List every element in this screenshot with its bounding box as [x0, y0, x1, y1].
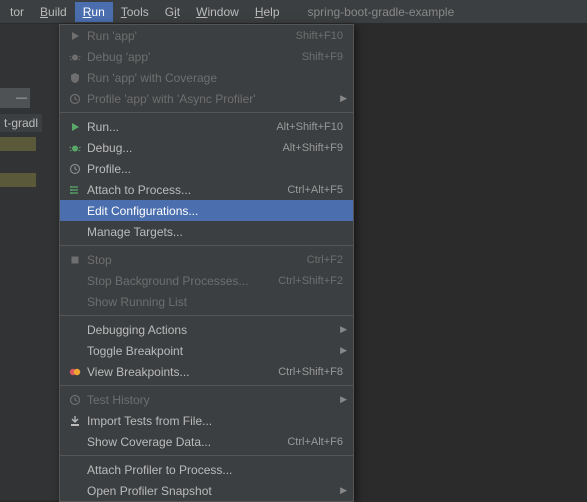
sidebar-file-fragment: t-gradl [0, 114, 42, 132]
menu-item-import-tests-from-file[interactable]: Import Tests from File... [60, 410, 353, 431]
chevron-right-icon: ▶ [340, 345, 347, 356]
clock-green-icon [66, 163, 84, 175]
menu-item-shortcut: Shift+F9 [302, 51, 343, 63]
menu-item-label: Import Tests from File... [84, 414, 343, 428]
menu-item-stop-background-processes: Stop Background Processes...Ctrl+Shift+F… [60, 270, 353, 291]
menu-item-profile[interactable]: Profile... [60, 158, 353, 179]
breakpoint-icon [66, 366, 84, 378]
menu-item-label: Stop Background Processes... [84, 274, 278, 288]
clock-icon [66, 93, 84, 105]
menu-item-manage-targets[interactable]: Manage Targets... [60, 221, 353, 242]
menu-item-label: Attach to Process... [84, 183, 287, 197]
menu-item-attach-to-process[interactable]: Attach to Process...Ctrl+Alt+F5 [60, 179, 353, 200]
menu-separator [60, 315, 353, 316]
sidebar-highlight [0, 173, 36, 187]
bug-green-icon [66, 142, 84, 154]
menu-item-label: Test History [84, 393, 343, 407]
menu-item-profile-app-with-async-profiler: Profile 'app' with 'Async Profiler'▶ [60, 88, 353, 109]
menu-item-label: Edit Configurations... [84, 204, 343, 218]
menu-item-shortcut: Ctrl+Shift+F8 [278, 366, 343, 378]
menu-item-open-profiler-snapshot[interactable]: Open Profiler Snapshot▶ [60, 480, 353, 501]
menu-item-run-app-with-coverage: Run 'app' with Coverage [60, 67, 353, 88]
menu-item-shortcut: Ctrl+Alt+F6 [287, 436, 343, 448]
menu-item-label: Debugging Actions [84, 323, 343, 337]
menu-window[interactable]: Window [188, 2, 247, 22]
menu-item-run[interactable]: Run...Alt+Shift+F10 [60, 116, 353, 137]
menu-item-toggle-breakpoint[interactable]: Toggle Breakpoint▶ [60, 340, 353, 361]
shield-icon [66, 72, 84, 84]
stop-icon [66, 254, 84, 266]
play-green-icon [66, 121, 84, 133]
menu-item-debug-app: Debug 'app'Shift+F9 [60, 46, 353, 67]
menu-item-show-running-list: Show Running List [60, 291, 353, 312]
menu-separator [60, 245, 353, 246]
menu-item-label: Debug... [84, 141, 282, 155]
menu-item-attach-profiler-to-process[interactable]: Attach Profiler to Process... [60, 459, 353, 480]
menu-git[interactable]: Git [157, 2, 188, 22]
menu-item-stop: StopCtrl+F2 [60, 249, 353, 270]
menu-item-shortcut: Shift+F10 [296, 30, 343, 42]
chevron-right-icon: ▶ [340, 93, 347, 104]
menu-build[interactable]: Build [32, 2, 75, 22]
chevron-right-icon: ▶ [340, 394, 347, 405]
sidebar: — t-gradl [0, 24, 59, 500]
menu-help[interactable]: Help [247, 2, 288, 22]
menu-item-edit-configurations[interactable]: Edit Configurations... [60, 200, 353, 221]
menu-item-label: Attach Profiler to Process... [84, 463, 343, 477]
sidebar-tab[interactable]: — [0, 88, 30, 108]
chevron-right-icon: ▶ [340, 485, 347, 496]
bug-icon [66, 51, 84, 63]
menu-run[interactable]: Run [75, 2, 113, 22]
menu-item-label: Stop [84, 253, 307, 267]
play-icon [66, 30, 84, 42]
menu-item-label: Run... [84, 120, 276, 134]
menu-item-label: Show Running List [84, 295, 343, 309]
menu-tor[interactable]: tor [2, 2, 32, 22]
import-icon [66, 415, 84, 427]
menu-item-show-coverage-data[interactable]: Show Coverage Data...Ctrl+Alt+F6 [60, 431, 353, 452]
menu-item-label: Toggle Breakpoint [84, 344, 343, 358]
menu-item-shortcut: Ctrl+Alt+F5 [287, 184, 343, 196]
project-name: spring-boot-gradle-example [288, 5, 455, 19]
chevron-right-icon: ▶ [340, 324, 347, 335]
menu-item-debugging-actions[interactable]: Debugging Actions▶ [60, 319, 353, 340]
menubar: torBuildRunToolsGitWindowHelpspring-boot… [0, 0, 587, 24]
menu-item-shortcut: Alt+Shift+F9 [282, 142, 343, 154]
menu-item-label: Manage Targets... [84, 225, 343, 239]
attach-icon [66, 184, 84, 196]
menu-item-label: Run 'app' [84, 29, 296, 43]
sidebar-highlight [0, 137, 36, 151]
menu-item-label: Profile... [84, 162, 343, 176]
menu-separator [60, 385, 353, 386]
menu-item-shortcut: Alt+Shift+F10 [276, 121, 343, 133]
menu-tools[interactable]: Tools [113, 2, 157, 22]
menu-item-test-history: Test History▶ [60, 389, 353, 410]
menu-item-shortcut: Ctrl+Shift+F2 [278, 275, 343, 287]
menu-item-label: Open Profiler Snapshot [84, 484, 343, 498]
menu-item-view-breakpoints[interactable]: View Breakpoints...Ctrl+Shift+F8 [60, 361, 353, 382]
menu-item-run-app: Run 'app'Shift+F10 [60, 25, 353, 46]
menu-item-label: Run 'app' with Coverage [84, 71, 343, 85]
menu-separator [60, 112, 353, 113]
menu-item-label: Debug 'app' [84, 50, 302, 64]
menu-item-label: Show Coverage Data... [84, 435, 287, 449]
run-menu-dropdown: Run 'app'Shift+F10Debug 'app'Shift+F9Run… [59, 24, 354, 502]
menu-item-label: Profile 'app' with 'Async Profiler' [84, 92, 343, 106]
menu-item-debug[interactable]: Debug...Alt+Shift+F9 [60, 137, 353, 158]
clock-icon [66, 394, 84, 406]
menu-item-shortcut: Ctrl+F2 [307, 254, 343, 266]
menu-item-label: View Breakpoints... [84, 365, 278, 379]
menu-separator [60, 455, 353, 456]
